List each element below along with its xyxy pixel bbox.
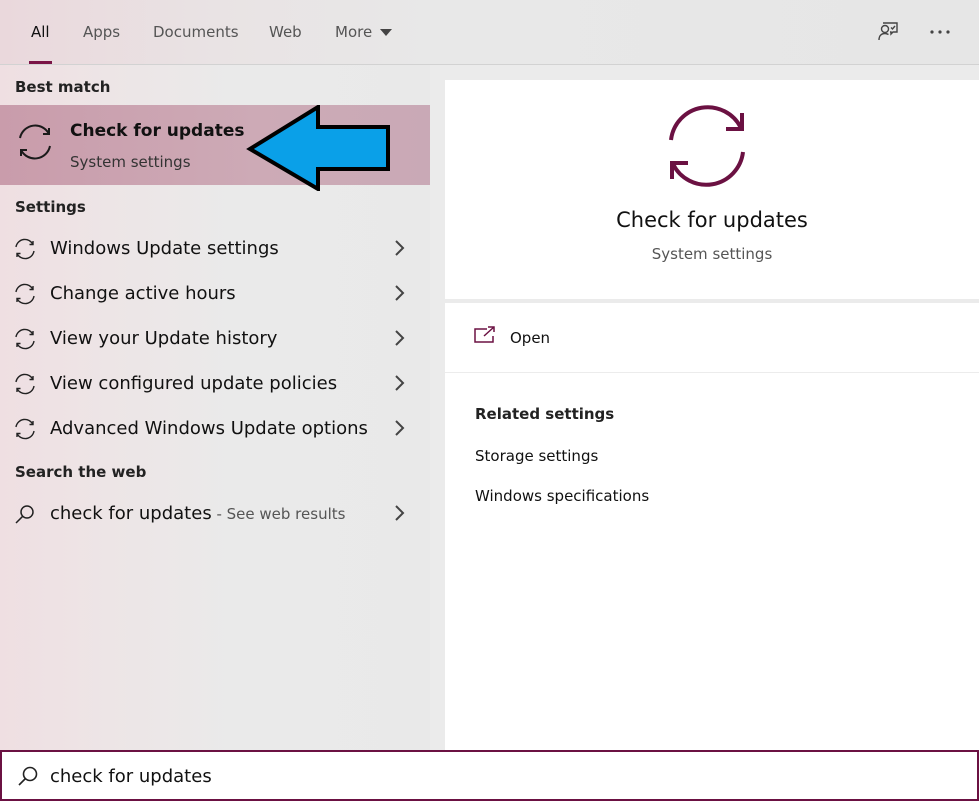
- tab-apps-label: Apps: [83, 23, 121, 41]
- related-link-storage[interactable]: Storage settings: [475, 447, 598, 465]
- best-match-subtitle: System settings: [70, 153, 191, 171]
- sync-icon: [669, 105, 745, 187]
- sync-icon: [15, 283, 35, 305]
- related-link-windows-specs[interactable]: Windows specifications: [475, 487, 649, 505]
- tab-more-label: More: [335, 23, 373, 41]
- chevron-right-icon: [395, 420, 405, 436]
- web-result-query: check for updates: [50, 503, 212, 524]
- chevron-right-icon: [395, 285, 405, 301]
- sync-icon: [15, 418, 35, 440]
- tab-more[interactable]: More: [335, 0, 393, 64]
- chevron-right-icon: [395, 330, 405, 346]
- tab-documents[interactable]: Documents: [153, 0, 239, 64]
- search-tabs-bar: All Apps Documents Web More: [0, 0, 979, 65]
- tab-all-label: All: [31, 23, 50, 41]
- tab-all[interactable]: All: [29, 0, 52, 64]
- preview-subtitle: System settings: [651, 245, 773, 263]
- open-action[interactable]: Open: [445, 303, 979, 373]
- sync-icon: [15, 238, 35, 260]
- results-list: Best match Check for updates System sett…: [0, 65, 430, 750]
- settings-item-advanced-options[interactable]: Advanced Windows Update options: [0, 406, 430, 451]
- web-result-suffix: - See web results: [211, 505, 346, 523]
- settings-heading: Settings: [15, 198, 86, 216]
- tab-web[interactable]: Web: [269, 0, 302, 64]
- open-label: Open: [510, 329, 551, 347]
- more-options-icon: [930, 30, 950, 34]
- settings-item-label: View configured update policies: [50, 373, 338, 394]
- preview-actions: Open Related settings Storage settings W…: [445, 303, 979, 750]
- search-input[interactable]: [50, 760, 950, 792]
- best-match-title: Check for updates: [70, 121, 245, 141]
- settings-item-update-history[interactable]: View your Update history: [0, 316, 430, 361]
- sync-icon: [15, 373, 35, 395]
- more-options-button[interactable]: [926, 18, 954, 46]
- feedback-button[interactable]: [874, 18, 902, 46]
- settings-item-windows-update[interactable]: Windows Update settings: [0, 226, 430, 271]
- chevron-right-icon: [395, 240, 405, 256]
- web-result-item[interactable]: check for updates - See web results: [0, 491, 430, 536]
- settings-item-label: Advanced Windows Update options: [50, 418, 368, 439]
- chevron-right-icon: [395, 375, 405, 391]
- settings-item-update-policies[interactable]: View configured update policies: [0, 361, 430, 406]
- search-web-heading: Search the web: [15, 463, 147, 481]
- chevron-right-icon: [395, 505, 405, 521]
- settings-item-label: Windows Update settings: [50, 238, 279, 259]
- search-icon: [18, 766, 38, 786]
- sync-icon: [15, 328, 35, 350]
- preview-header: Check for updates System settings: [445, 80, 979, 299]
- tab-web-label: Web: [269, 23, 302, 41]
- caret-down-icon: [380, 28, 393, 36]
- search-box: [0, 750, 979, 801]
- tab-documents-label: Documents: [153, 23, 239, 41]
- tab-apps[interactable]: Apps: [83, 0, 120, 64]
- sync-icon: [19, 124, 51, 160]
- web-result-label: check for updates - See web results: [50, 503, 345, 524]
- settings-item-label: Change active hours: [50, 283, 236, 304]
- settings-item-active-hours[interactable]: Change active hours: [0, 271, 430, 316]
- open-icon: [474, 326, 495, 343]
- search-icon: [15, 505, 34, 524]
- preview-title: Check for updates: [616, 208, 808, 232]
- best-match-heading: Best match: [15, 78, 111, 96]
- blue-arrow-annotation: [246, 105, 390, 191]
- settings-item-label: View your Update history: [50, 328, 278, 349]
- feedback-icon: [878, 22, 898, 41]
- related-settings-heading: Related settings: [475, 405, 615, 423]
